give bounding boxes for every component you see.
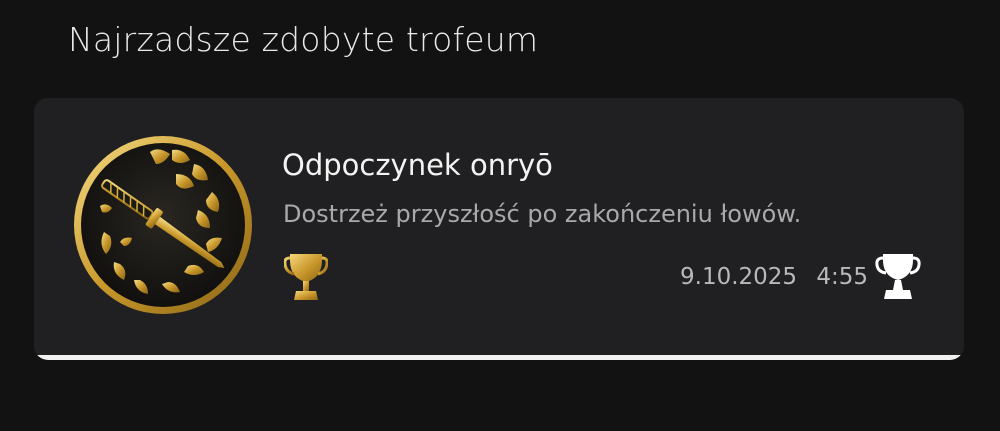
card-progress-bar bbox=[34, 355, 964, 360]
section-title: Najrzadsze zdobyte trofeum bbox=[68, 20, 539, 59]
earned-time-value: 4:55 bbox=[816, 264, 869, 290]
trophy-name: Odpoczynek onryō bbox=[282, 148, 553, 182]
gold-trophy-icon bbox=[284, 254, 328, 300]
earned-date-value: 9.10.2025 bbox=[680, 264, 798, 290]
earned-date: 9.10.2025 4:55 bbox=[680, 264, 868, 290]
trophy-description: Dostrzeż przyszłość po zakończeniu łowów… bbox=[283, 200, 802, 228]
rarest-trophy-card[interactable]: Odpoczynek onryō Dostrzeż przyszłość po … bbox=[34, 98, 964, 360]
katana-ginkgo-emblem-icon bbox=[74, 136, 252, 314]
trophy-earned-icon bbox=[875, 254, 921, 299]
